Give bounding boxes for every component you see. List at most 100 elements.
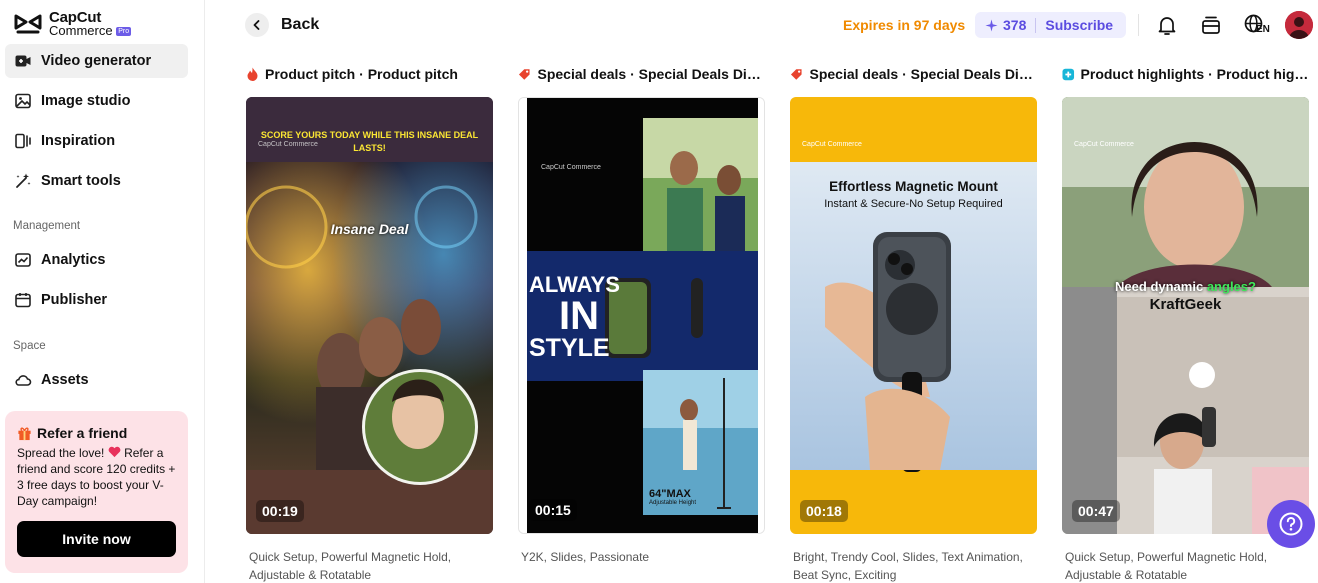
sidebar-item-analytics[interactable]: Analytics	[5, 243, 188, 277]
chart-icon	[15, 253, 31, 267]
overlay-height-sub: Adjustable Height	[649, 500, 697, 506]
template-card[interactable]: Product pitch · Product pitch CapCut Com…	[246, 64, 494, 582]
template-card[interactable]: Special deals · Special Deals Disp... Ca…	[518, 64, 766, 564]
sidebar-item-smart-tools[interactable]: Smart tools	[5, 164, 188, 198]
template-card[interactable]: Product highlights · Product highl... Ca…	[1062, 64, 1310, 582]
sidebar-nav: Video generator Image studio Inspiration	[5, 44, 188, 204]
sidebar-item-label: Image studio	[41, 93, 131, 109]
card-tags: Y2K, Slides, Passionate	[521, 550, 650, 564]
duration-badge: 00:47	[1072, 500, 1120, 522]
sidebar-item-label: Video generator	[41, 53, 152, 69]
help-button[interactable]	[1267, 500, 1315, 548]
thumbnail-image	[246, 97, 493, 534]
sidebar-item-label: Publisher	[41, 292, 108, 308]
card-tags: Bright, Trendy Cool, Slides, Text Animat…	[793, 550, 1023, 582]
heart-icon	[108, 446, 121, 458]
overlay-caption-line1: SCORE YOURS TODAY WHILE THIS INSANE DEAL	[260, 130, 479, 140]
back-button[interactable]	[245, 13, 269, 37]
overlay-headline: Insane Deal	[330, 221, 409, 237]
refer-title: Refer a friend	[17, 425, 176, 441]
credits-count: 378	[1003, 17, 1027, 33]
invite-now-button[interactable]: Invite now	[17, 521, 176, 557]
card-category: Special deals	[809, 66, 899, 82]
sidebar-item-label: Smart tools	[41, 173, 121, 189]
card-tags: Quick Setup, Powerful Magnetic Hold, Adj…	[249, 550, 452, 582]
sidebar-item-assets[interactable]: Assets	[5, 363, 188, 397]
video-thumbnail[interactable]: CapCut Commerce Need dynamic angles? Kra…	[1062, 97, 1309, 534]
video-thumbnail[interactable]: CapCut Commerce SCORE YOURS TODAY WHILE …	[246, 97, 493, 534]
card-name: Product pitch	[367, 66, 458, 82]
overlay-question-part1: Need dynamic	[1115, 279, 1204, 294]
duration-badge: 00:19	[256, 500, 304, 522]
sparkle-icon	[985, 18, 998, 32]
bell-icon[interactable]	[1155, 13, 1179, 37]
user-avatar-icon	[1285, 11, 1313, 39]
video-thumbnail[interactable]: CapCut Commerce Effortless Magnetic Moun…	[790, 97, 1037, 534]
gift-icon	[18, 427, 31, 440]
overlay-question-part2: angles?	[1206, 279, 1256, 294]
app-root: CapCut Commerce Pro Video generator Imag…	[0, 0, 1318, 583]
overlay-caption: SCORE YOURS TODAY WHILE THIS INSANE DEAL…	[246, 129, 493, 155]
user-avatar[interactable]	[1285, 11, 1313, 39]
overlay-slogan: ALWAYS IN STYLE	[529, 274, 620, 361]
refer-body: Spread the love! Refer a friend and scor…	[17, 445, 176, 509]
overlay-slogan-line1: ALWAYS	[529, 272, 620, 297]
cloud-icon	[15, 375, 32, 386]
watermark-text: CapCut Commerce	[1074, 141, 1134, 148]
card-name: Product highl...	[1216, 66, 1310, 82]
overlay-brand: KraftGeek	[1149, 296, 1222, 313]
card-title[interactable]: Product pitch · Product pitch	[246, 64, 494, 84]
card-title[interactable]: Special deals · Special Deals Disp...	[518, 64, 766, 84]
capcut-logo-icon	[14, 14, 42, 34]
credits-subscribe-pill[interactable]: 378 Subscribe	[975, 12, 1126, 38]
refer-body-part1: Spread the love!	[17, 446, 105, 460]
video-plus-icon	[15, 55, 31, 67]
inbox-stack-icon[interactable]	[1199, 13, 1223, 37]
overlay-slogan-line2: IN	[559, 294, 599, 338]
overlay-heading: Effortless Magnetic Mount	[829, 179, 998, 194]
refer-title-text: Refer a friend	[37, 425, 128, 441]
template-card[interactable]: Special deals · Special Deals Disp... Ca…	[790, 64, 1038, 582]
sidebar-item-image-studio[interactable]: Image studio	[5, 84, 188, 118]
subscribe-link[interactable]: Subscribe	[1045, 17, 1113, 33]
duration-badge: 00:18	[800, 500, 848, 522]
section-label-space: Space	[13, 340, 46, 352]
overlay-height-label: 64"MAX Adjustable Height	[649, 488, 696, 506]
overlay-question: Need dynamic angles?	[1062, 279, 1309, 294]
pill-divider	[1035, 17, 1037, 33]
sidebar-item-video-generator[interactable]: Video generator	[5, 44, 188, 78]
overlay-slogan-line3: STYLE	[529, 334, 610, 362]
calendar-icon	[15, 293, 31, 308]
card-category: Product pitch	[265, 66, 356, 82]
back-label[interactable]: Back	[281, 16, 319, 34]
card-category: Special deals	[537, 66, 627, 82]
magic-wand-icon	[16, 173, 31, 188]
card-name: Special Deals Disp...	[910, 66, 1038, 82]
watermark-text: CapCut Commerce	[802, 141, 862, 148]
image-icon	[15, 93, 31, 109]
thumbnail-image	[1062, 97, 1309, 534]
video-thumbnail[interactable]: CapCut Commerce ALWAYS IN STYLE 64"MAX A…	[518, 97, 765, 534]
thumbnail-image	[790, 97, 1037, 534]
inspiration-icon	[15, 133, 31, 149]
brand-logo[interactable]: CapCut Commerce Pro	[13, 10, 132, 38]
question-icon	[1279, 512, 1303, 536]
sidebar-item-label: Inspiration	[41, 133, 116, 149]
sidebar-item-label: Analytics	[41, 252, 106, 268]
duration-badge: 00:15	[529, 499, 577, 521]
overlay-headline: Effortless Magnetic Mount Instant & Secu…	[790, 179, 1037, 210]
card-tags: Quick Setup, Powerful Magnetic Hold, Adj…	[1065, 550, 1268, 582]
card-title[interactable]: Product highlights · Product highl...	[1062, 64, 1310, 84]
sidebar-item-inspiration[interactable]: Inspiration	[5, 124, 188, 158]
card-name: Special Deals Disp...	[638, 66, 766, 82]
card-category: Product highlights	[1080, 66, 1205, 82]
watermark-text: CapCut Commerce	[541, 164, 601, 171]
chevron-left-icon	[253, 20, 260, 30]
sidebar-item-publisher[interactable]: Publisher	[5, 283, 188, 317]
brand-name-line2: Commerce	[49, 23, 113, 38]
sidebar-item-label: Assets	[41, 372, 89, 388]
expiry-notice: Expires in 97 days	[843, 17, 966, 33]
language-code[interactable]: EN	[1256, 24, 1270, 35]
flame-icon	[247, 67, 258, 81]
card-title[interactable]: Special deals · Special Deals Disp...	[790, 64, 1038, 84]
